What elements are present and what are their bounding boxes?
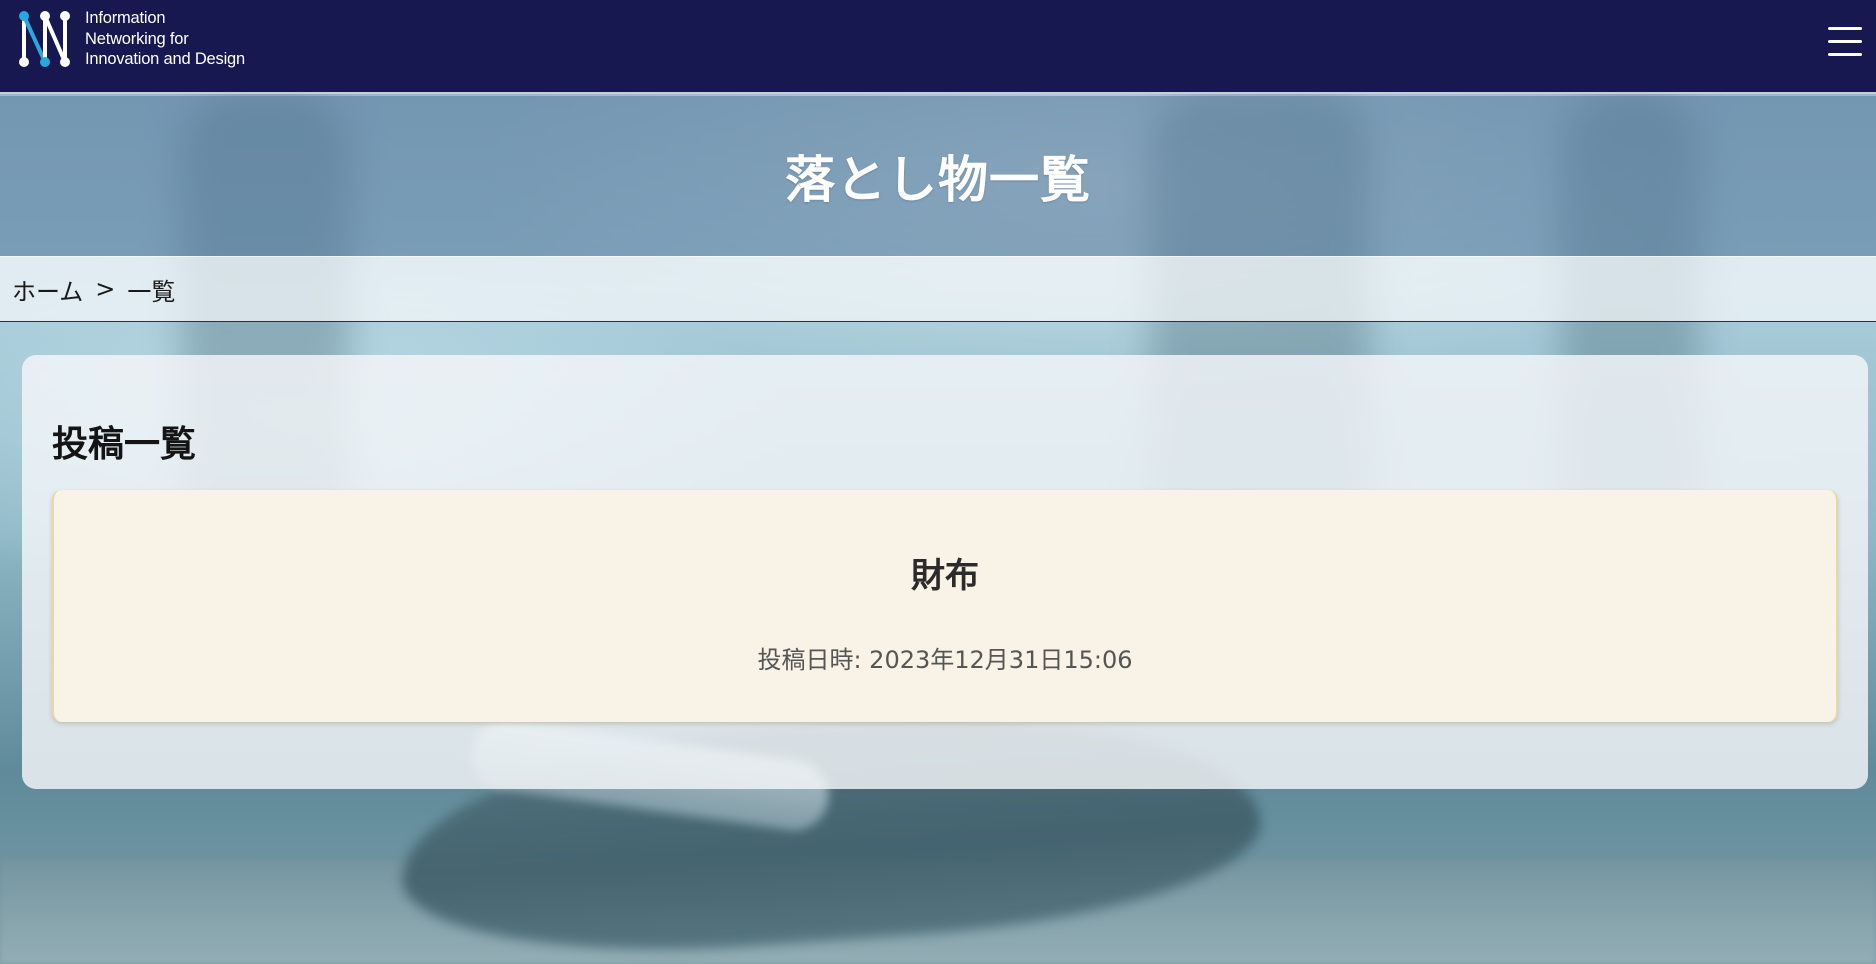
menu-bar [1828, 40, 1862, 43]
section-title: 投稿一覧 [52, 424, 197, 465]
breadcrumb-current: 一覧 [127, 277, 176, 306]
breadcrumb-separator: > [95, 275, 116, 303]
logo-text: Information Networking for Innovation an… [85, 8, 245, 70]
logo-line: Information [85, 9, 166, 28]
breadcrumb-home-link[interactable]: ホーム [12, 272, 83, 307]
menu-bar [1828, 53, 1862, 56]
hamburger-menu-icon[interactable] [1828, 27, 1864, 61]
logo-mark-icon [19, 11, 70, 67]
post-title: 財布 [911, 556, 979, 596]
post-date: 投稿日時: 2023年12月31日15:06 [757, 646, 1133, 674]
page-title: 落とし物一覧 [785, 151, 1091, 209]
site-logo[interactable]: Information Networking for Innovation an… [18, 8, 245, 70]
site-header: Information Networking for Innovation an… [0, 0, 1876, 94]
breadcrumb: ホーム > 一覧 [0, 256, 1876, 322]
menu-bar [1828, 27, 1862, 30]
hero-banner: 落とし物一覧 [0, 96, 1876, 256]
post-card[interactable]: 財布 投稿日時: 2023年12月31日15:06 [52, 490, 1838, 722]
post-list-panel: 投稿一覧 財布 投稿日時: 2023年12月31日15:06 [22, 355, 1868, 789]
logo-line: Networking for [85, 29, 189, 48]
logo-line: Innovation and Design [85, 50, 246, 69]
